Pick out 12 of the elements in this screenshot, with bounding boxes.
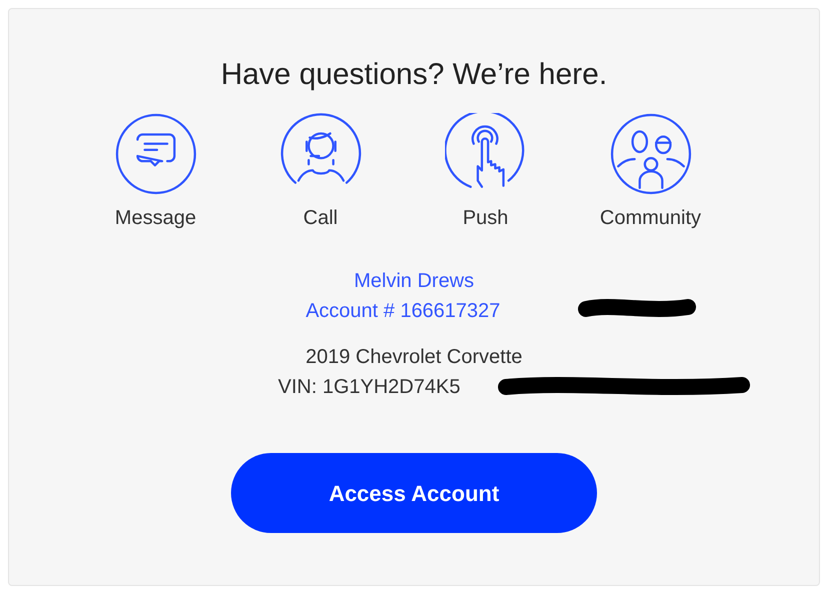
people-group-icon bbox=[610, 113, 692, 195]
vin-text: VIN: 1G1YH2D74K5 bbox=[278, 376, 460, 398]
channel-label[interactable]: Message bbox=[114, 203, 196, 233]
account-name[interactable]: Melvin Drews bbox=[354, 269, 474, 293]
channel-label[interactable]: Push bbox=[462, 203, 508, 233]
vehicle-model: 2019 Chevrolet Corvette bbox=[306, 345, 522, 369]
account-number[interactable]: Account # 166617327 bbox=[306, 300, 500, 322]
access-account-button[interactable]: Access Account bbox=[231, 453, 597, 533]
card-title: Have questions? We’re here. bbox=[220, 57, 608, 93]
chat-bubble-icon bbox=[114, 113, 196, 195]
channel-label[interactable]: Community bbox=[600, 203, 702, 233]
channel-label[interactable]: Call bbox=[303, 203, 338, 233]
